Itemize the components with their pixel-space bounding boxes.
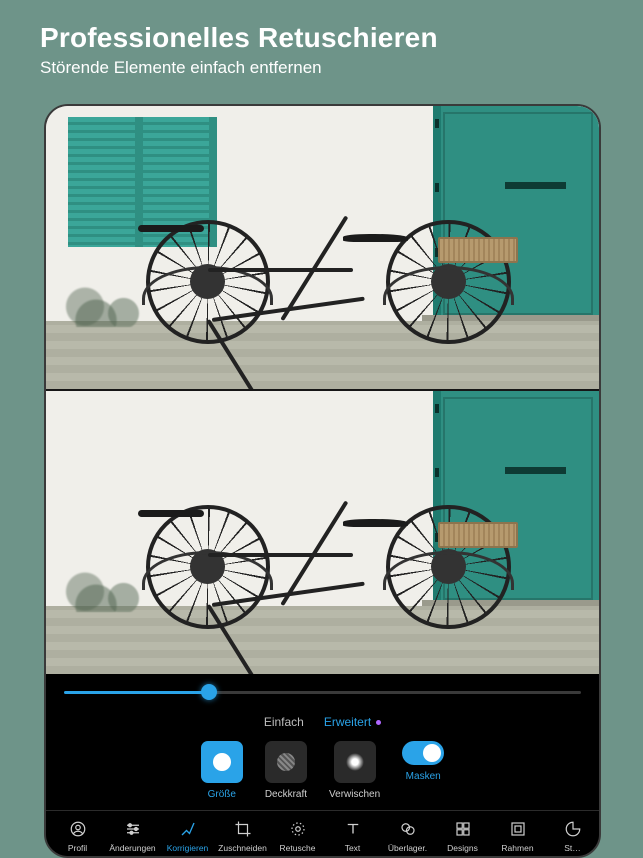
nav-designs[interactable]: Designs — [435, 820, 490, 853]
nav-label: St… — [564, 843, 581, 853]
new-feature-dot-icon — [376, 720, 381, 725]
tool-opacity[interactable]: Deckkraft — [265, 741, 307, 800]
nav-aenderungen[interactable]: Änderungen — [105, 820, 160, 853]
promo-title: Professionelles Retuschieren — [40, 22, 603, 54]
tool-size-label: Größe — [208, 789, 236, 800]
tool-size[interactable]: Größe — [201, 741, 243, 800]
bottom-nav: Profil Änderungen Korrigieren Zuschneide… — [46, 811, 599, 856]
tool-blend-label: Verwischen — [329, 789, 380, 800]
nav-label: Zuschneiden — [218, 843, 267, 853]
opacity-hatch-icon — [277, 753, 295, 771]
nav-label: Korrigieren — [167, 843, 209, 853]
nav-sticker[interactable]: St… — [545, 820, 599, 853]
designs-icon — [454, 820, 472, 838]
crop-icon — [234, 820, 252, 838]
slider-thumb[interactable] — [201, 684, 217, 700]
blend-soft-icon — [346, 753, 364, 771]
nav-label: Überlager. — [388, 843, 427, 853]
tablet-frame: Einfach Erweitert Größe Deckkraft Verw — [44, 104, 601, 858]
nav-label: Rahmen — [501, 843, 533, 853]
heal-icon — [179, 820, 197, 838]
overlay-icon — [399, 820, 417, 838]
nav-label: Änderungen — [109, 843, 155, 853]
nav-rahmen[interactable]: Rahmen — [490, 820, 545, 853]
before-image — [46, 106, 599, 389]
mode-advanced-label: Erweitert — [324, 715, 371, 729]
promo-subtitle: Störende Elemente einfach entfernen — [40, 58, 603, 78]
mask-toggle[interactable] — [402, 741, 444, 765]
size-circle-icon — [213, 753, 231, 771]
nav-ueberlager[interactable]: Überlager. — [380, 820, 435, 853]
nav-label: Retusche — [280, 843, 316, 853]
sticker-icon — [564, 820, 582, 838]
nav-profil[interactable]: Profil — [50, 820, 105, 853]
nav-retusche[interactable]: Retusche — [270, 820, 325, 853]
frame-icon — [509, 820, 527, 838]
profile-icon — [69, 820, 87, 838]
tool-mask-label: Masken — [406, 771, 441, 782]
nav-label: Designs — [447, 843, 478, 853]
retouch-icon — [289, 820, 307, 838]
tool-mask[interactable]: Masken — [402, 741, 444, 800]
nav-text[interactable]: Text — [325, 820, 380, 853]
nav-label: Text — [345, 843, 361, 853]
image-compare-area — [46, 106, 599, 674]
nav-korrigieren[interactable]: Korrigieren — [160, 820, 215, 853]
nav-zuschneiden[interactable]: Zuschneiden — [215, 820, 270, 853]
mode-simple[interactable]: Einfach — [264, 715, 304, 729]
brush-size-slider[interactable] — [64, 691, 581, 694]
tool-opacity-label: Deckkraft — [265, 789, 307, 800]
tool-blend[interactable]: Verwischen — [329, 741, 380, 800]
text-icon — [344, 820, 362, 838]
adjust-icon — [124, 820, 142, 838]
after-image — [46, 391, 599, 674]
nav-label: Profil — [68, 843, 87, 853]
mode-advanced[interactable]: Erweitert — [324, 715, 381, 729]
